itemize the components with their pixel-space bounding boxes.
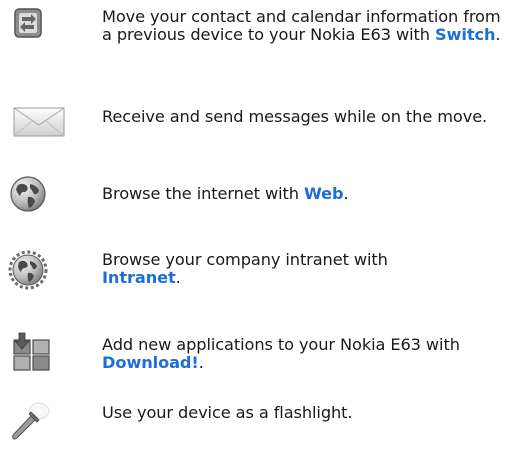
switch-icon (10, 6, 56, 46)
globe-icon (8, 174, 54, 214)
feature-punctuation: . (175, 268, 181, 287)
flashlight-icon (9, 402, 55, 442)
feature-punctuation: . (198, 353, 204, 372)
feature-punctuation: . (495, 25, 501, 44)
feature-text: Move your contact and calendar informati… (102, 8, 507, 44)
feature-list: Move your contact and calendar informati… (0, 0, 515, 451)
feature-description: Browse the internet with (102, 184, 304, 203)
feature-text: Browse the internet with Web. (102, 185, 507, 203)
feature-text: Add new applications to your Nokia E63 w… (102, 336, 507, 372)
download-apps-icon (12, 332, 58, 372)
feature-description: Add new applications to your Nokia E63 w… (102, 335, 460, 354)
intranet-globe-icon (8, 250, 54, 290)
feature-description: Browse your company intranet with (102, 250, 388, 269)
feature-description: Receive and send messages while on the m… (102, 107, 488, 126)
feature-punctuation: . (343, 184, 349, 203)
web-link[interactable]: Web (304, 184, 344, 203)
feature-description: Use your device as a flashlight. (102, 403, 353, 422)
intranet-link[interactable]: Intranet (102, 268, 176, 287)
envelope-icon (12, 105, 65, 145)
switch-link[interactable]: Switch (435, 25, 496, 44)
feature-text: Browse your company intranet with Intran… (102, 251, 507, 287)
feature-text: Receive and send messages while on the m… (102, 108, 507, 126)
feature-text: Use your device as a flashlight. (102, 404, 507, 422)
download-link[interactable]: Download! (102, 353, 199, 372)
